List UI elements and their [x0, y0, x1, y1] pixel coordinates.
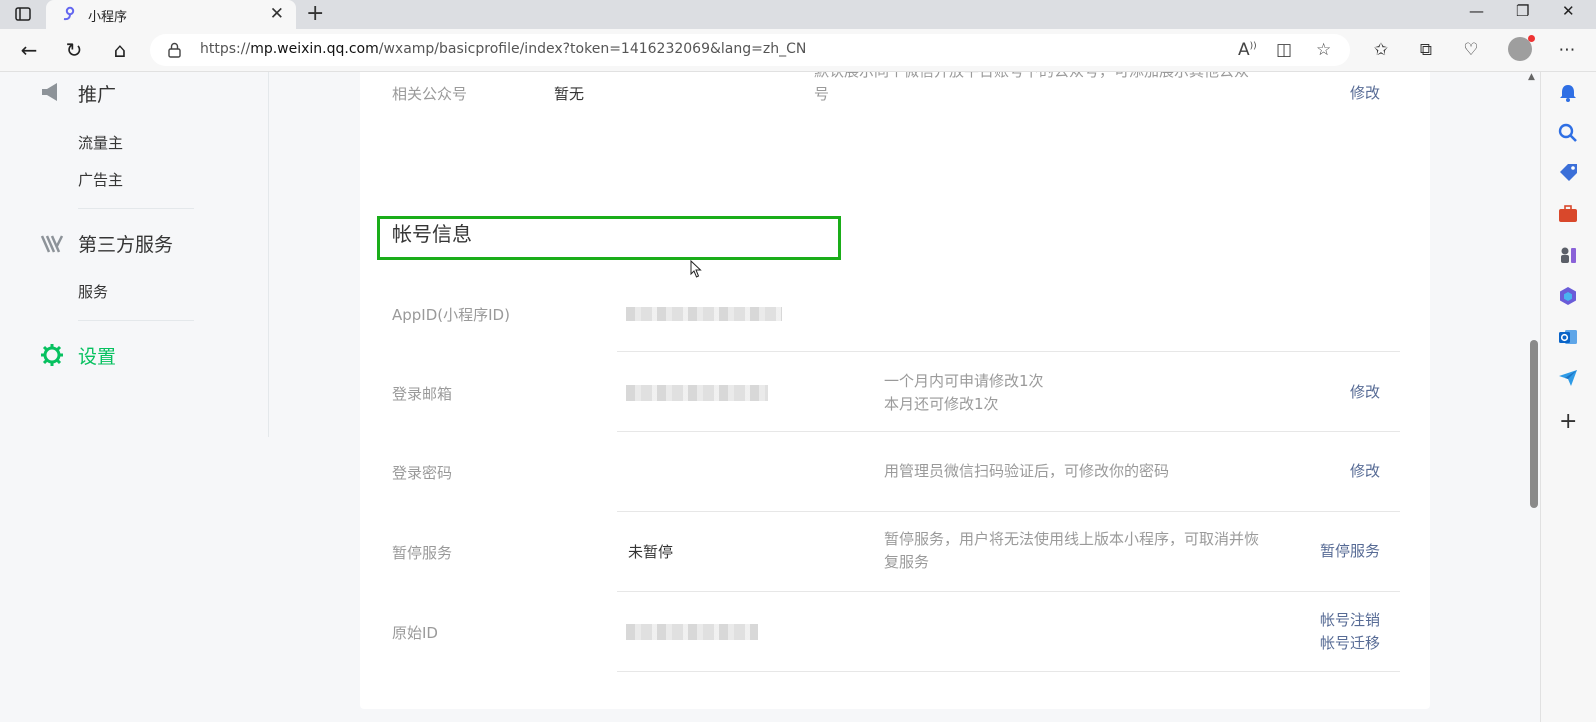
- suspend-service-label: 暂停服务: [392, 544, 453, 562]
- close-tab-icon[interactable]: ✕: [270, 4, 284, 24]
- tab-title: 小程序: [88, 10, 128, 25]
- window-close-icon[interactable]: ✕: [1562, 2, 1575, 20]
- suspend-service-value: 未暂停: [628, 543, 674, 561]
- account-cancel-link[interactable]: 帐号注销: [1320, 609, 1380, 632]
- outlook-icon[interactable]: [1557, 326, 1579, 348]
- nav-section-third-party[interactable]: 第三方服务: [78, 230, 173, 257]
- profile-avatar[interactable]: [1508, 35, 1535, 61]
- nav-section-promotion[interactable]: 推广: [78, 80, 116, 107]
- nav-divider: [78, 320, 194, 321]
- related-account-label: 相关公众号: [392, 85, 468, 103]
- lock-icon[interactable]: [168, 42, 181, 58]
- home-icon[interactable]: ⌂: [108, 38, 132, 62]
- settings-gear-icon: [41, 344, 63, 366]
- shopping-tag-icon[interactable]: [1557, 162, 1579, 184]
- copilot-icon[interactable]: [1557, 285, 1579, 307]
- page-scrollbar-thumb[interactable]: [1530, 340, 1538, 508]
- row-divider: [617, 351, 1400, 352]
- related-account-desc-2: 号: [814, 85, 830, 103]
- minimize-icon[interactable]: —: [1469, 2, 1484, 20]
- add-sidebar-item-icon[interactable]: +: [1559, 409, 1577, 434]
- row-divider: [617, 671, 1400, 672]
- restore-icon[interactable]: ❐: [1516, 2, 1529, 20]
- nav-section-settings[interactable]: 设置: [78, 342, 116, 369]
- page-content: 推广 流量主 广告主 第三方服务 服务 设置 相关公众号 暂无 默认展示同个微信…: [0, 72, 1524, 722]
- original-id-label: 原始ID: [392, 624, 438, 642]
- related-account-edit-link[interactable]: 修改: [1350, 82, 1380, 105]
- login-password-label: 登录密码: [392, 464, 453, 482]
- related-account-desc: 默认展示同个微信开放平台账号下的公众号，可添加展示其他公众: [814, 72, 1249, 83]
- search-icon[interactable]: [1557, 122, 1579, 144]
- nav-item-traffic-owner[interactable]: 流量主: [78, 132, 123, 153]
- account-migrate-link[interactable]: 帐号迁移: [1320, 632, 1380, 655]
- collections-icon[interactable]: ⧉: [1415, 39, 1437, 61]
- login-email-value-redacted: [626, 385, 768, 401]
- edge-sidebar: +: [1540, 72, 1596, 722]
- url-text[interactable]: https://mp.weixin.qq.com/wxamp/basicprof…: [200, 41, 806, 57]
- account-info-card: 帐号信息 AppID(小程序ID) 登录邮箱 一个月内可申请修改1次 本月还可修…: [360, 184, 1430, 709]
- row-divider: [617, 511, 1400, 512]
- appid-label: AppID(小程序ID): [392, 306, 510, 324]
- split-screen-icon[interactable]: ◫: [1276, 40, 1292, 60]
- tab-actions-icon[interactable]: [14, 5, 32, 23]
- login-password-desc: 用管理员微信扫码验证后，可修改你的密码: [884, 462, 1170, 480]
- title-bar: 小程序 ✕ + — ❐ ✕: [0, 0, 1596, 29]
- browser-tab[interactable]: 小程序 ✕: [46, 0, 296, 29]
- send-airplane-icon[interactable]: [1557, 367, 1579, 389]
- new-tab-button[interactable]: +: [306, 1, 324, 26]
- notification-bell-icon[interactable]: [1557, 82, 1579, 104]
- nav-item-service[interactable]: 服务: [78, 281, 108, 302]
- login-email-desc: 一个月内可申请修改1次: [884, 372, 1044, 390]
- suspend-service-desc: 暂停服务，用户将无法使用线上版本小程序，可取消并恢: [884, 530, 1260, 548]
- scroll-up-arrow-icon[interactable]: ▲: [1528, 72, 1535, 82]
- row-divider: [617, 591, 1400, 592]
- login-password-edit-link[interactable]: 修改: [1350, 460, 1380, 483]
- suspend-service-link[interactable]: 暂停服务: [1320, 540, 1380, 563]
- tools-briefcase-icon[interactable]: [1557, 203, 1579, 225]
- read-aloud-icon[interactable]: A)): [1238, 40, 1257, 60]
- navigation-bar: ← ↻ ⌂ https://mp.weixin.qq.com/wxamp/bas…: [0, 29, 1596, 72]
- refresh-icon[interactable]: ↻: [62, 38, 86, 62]
- login-email-label: 登录邮箱: [392, 385, 453, 403]
- address-bar[interactable]: https://mp.weixin.qq.com/wxamp/basicprof…: [150, 34, 1350, 66]
- miniprogram-favicon-icon: [63, 6, 75, 21]
- appid-highlight-box: [377, 216, 841, 260]
- appid-value-redacted: [626, 307, 782, 321]
- favorite-star-icon[interactable]: ☆: [1316, 40, 1331, 60]
- back-icon[interactable]: ←: [17, 38, 41, 62]
- login-email-edit-link[interactable]: 修改: [1350, 381, 1380, 404]
- suspend-service-desc-2: 复服务: [884, 553, 930, 571]
- third-party-icon: [40, 235, 64, 253]
- row-divider: [617, 431, 1400, 432]
- nav-divider: [78, 208, 194, 209]
- games-chess-icon[interactable]: [1557, 244, 1579, 266]
- mouse-cursor-icon: [690, 260, 702, 278]
- favorites-icon[interactable]: ✩: [1370, 39, 1392, 61]
- login-email-desc-2: 本月还可修改1次: [884, 395, 999, 413]
- megaphone-icon: [42, 83, 57, 101]
- browser-essentials-icon[interactable]: ♡: [1460, 39, 1482, 61]
- original-id-value-redacted: [626, 624, 758, 640]
- related-account-value: 暂无: [554, 85, 585, 103]
- left-sidebar: 推广 流量主 广告主 第三方服务 服务 设置: [0, 72, 269, 437]
- nav-item-advertiser[interactable]: 广告主: [78, 169, 123, 190]
- more-menu-icon[interactable]: ⋯: [1556, 39, 1578, 61]
